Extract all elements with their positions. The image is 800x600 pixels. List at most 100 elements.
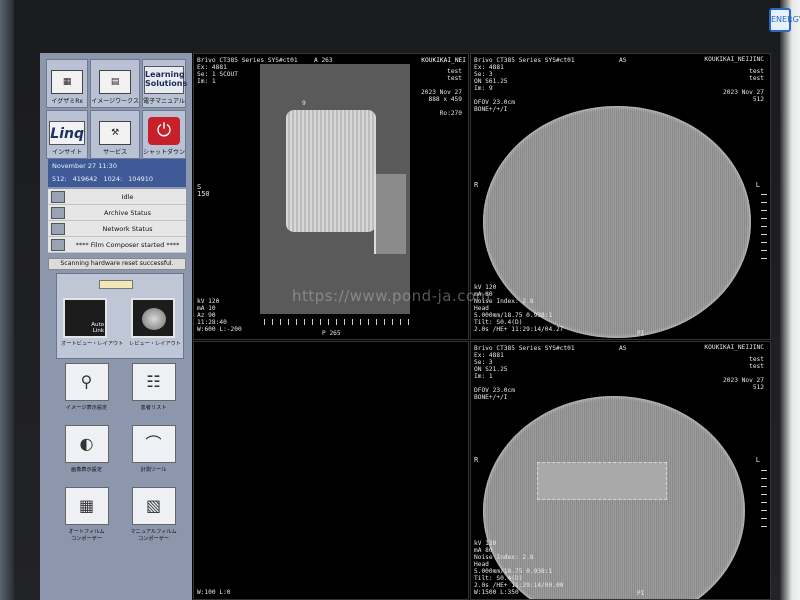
- shutdown-button[interactable]: ⏻ シャットダウン: [141, 110, 186, 159]
- axial-bottom-left-marker: R: [474, 456, 479, 464]
- axial-top-info-left: Brivo CT385 Series SYS#ct01 Ex: 4881 Se:…: [474, 57, 575, 113]
- network-icon: [51, 222, 65, 235]
- status-archive[interactable]: Archive Status: [48, 205, 186, 221]
- image-settings-button[interactable]: ⚲ イメージ表示設定: [56, 363, 117, 417]
- display-settings-icon: ◐: [64, 425, 109, 463]
- axial-top-orientation: AS: [619, 57, 627, 64]
- background-wall-left: [0, 0, 14, 600]
- manualfilm-icon: ▧: [131, 487, 176, 525]
- manualfilm-label: マニュアルフィルム コンポーザー: [130, 529, 177, 542]
- auto-view-layout-label: オートビュー・レイアウト: [61, 341, 124, 347]
- axial-top-viewport[interactable]: Brivo CT385 Series SYS#ct01 Ex: 4881 Se:…: [470, 53, 771, 340]
- review-thumb-image: [142, 308, 166, 330]
- axial-bottom-info-left: Brivo CT385 Series SYS#ct01 Ex: 4881 Se:…: [474, 345, 575, 401]
- scout-orientation-bottom: P 265: [322, 330, 341, 337]
- exam-rx-button[interactable]: ▦ イグザミRx: [46, 59, 89, 108]
- empty-viewport[interactable]: W:100 L:0: [193, 341, 469, 600]
- auto-view-layout-icon: Auto Link: [63, 298, 107, 338]
- axial-bottom-institution: KOUKIKAI_NEIJINC: [704, 344, 764, 351]
- axial-bottom-orientation: AS: [619, 345, 627, 352]
- service-label: サービス: [103, 149, 128, 156]
- power-icon: ⏻: [147, 117, 180, 145]
- measure-label: 計測ツール: [140, 467, 167, 473]
- axial-top-info-right: test test 2023 Nov 27 512: [723, 68, 764, 103]
- measure-tool-button[interactable]: ⌒ 計測ツール: [123, 425, 184, 479]
- status-network-text: Network Status: [102, 224, 153, 233]
- display-settings-button[interactable]: ◐ 画像表示設定: [56, 425, 117, 479]
- archive-icon: [51, 206, 65, 219]
- status-film-text: **** Film Composer started ****: [75, 240, 180, 249]
- axial-top-ruler: [761, 194, 767, 264]
- linq-button[interactable]: Linq インサイト: [46, 110, 89, 159]
- wrench-icon: ⚒: [99, 121, 132, 145]
- axial-bottom-info-right: test test 2023 Nov 27 512: [723, 356, 764, 391]
- phantom-image: [286, 110, 376, 232]
- display-settings-label: 画像表示設定: [70, 467, 103, 473]
- measure-icon: ⌒: [131, 425, 176, 463]
- phantom-insert: [537, 462, 667, 500]
- scout-orientation-top: A 263: [314, 57, 333, 64]
- axial-bottom-viewport[interactable]: Brivo CT385 Series SYS#ct01 Ex: 4881 Se:…: [470, 341, 771, 600]
- holder-image: [374, 174, 406, 254]
- left-control-panel: ▦ イグザミRx ▤ イメージワークス Learning Solutions 電…: [40, 53, 192, 600]
- imageworks-label: イメージワークス: [91, 98, 139, 105]
- autofilm-label: オートフィルム コンポーザー: [68, 529, 105, 542]
- layout-selector: Auto Link オートビュー・レイアウト レビュー・レイアウト: [56, 273, 184, 359]
- learning-solutions-button[interactable]: Learning Solutions 電子マニュアル: [141, 59, 187, 108]
- status-archive-text: Archive Status: [103, 208, 152, 217]
- scout-marker: 9: [302, 100, 306, 107]
- image-settings-icon: ⚲: [64, 363, 109, 401]
- watermark: https://www.pond-ja.com: [292, 287, 491, 305]
- service-button[interactable]: ⚒ サービス: [90, 110, 140, 159]
- review-layout-label: レビュー・レイアウト: [129, 341, 181, 347]
- axial-top-orientation-bottom: PI: [637, 330, 645, 337]
- imageworks-icon: ▤: [99, 70, 132, 94]
- axial-bottom-ruler: [761, 470, 767, 530]
- film-icon: [51, 238, 65, 251]
- axial-bottom-info-bottom: kV 120 mA 80 Noise Index: 2.8 Head 5.000…: [474, 540, 564, 596]
- background-wall-right: [780, 0, 800, 600]
- auto-link-badge: Auto Link: [91, 322, 104, 334]
- disk-1024-label: 1024:: [103, 175, 123, 183]
- status-network[interactable]: Network Status: [48, 221, 186, 237]
- image-settings-label: イメージ表示設定: [65, 405, 108, 411]
- empty-viewport-window-level: W:100 L:0: [197, 589, 231, 596]
- layout-tab-handle[interactable]: [99, 280, 133, 289]
- imageworks-button[interactable]: ▤ イメージワークス: [90, 59, 140, 108]
- manual-label: 電子マニュアル: [143, 98, 185, 105]
- tool-grid: ⚲ イメージ表示設定 ☷ 患者リスト ◐ 画像表示設定 ⌒ 計測ツール ▦ オー…: [56, 363, 184, 542]
- application-launcher: ▦ イグザミRx ▤ イメージワークス Learning Solutions 電…: [46, 59, 187, 159]
- autofilm-icon: ▦: [64, 487, 109, 525]
- system-message: Scanning hardware reset successful.: [48, 258, 186, 270]
- axial-top-institution: KOUKIKAI_NEIJINC: [704, 56, 764, 63]
- system-icon: [51, 190, 65, 203]
- scout-ruler: [264, 319, 414, 325]
- scout-info-top-right: test test 2023 Nov 27 888 x 459 Ro:270: [421, 68, 462, 117]
- axial-top-right-marker: L: [755, 181, 760, 189]
- disk-1024-value: 104910: [128, 175, 153, 183]
- disk-512-label: 512:: [52, 175, 67, 183]
- patient-list-label: 患者リスト: [140, 405, 167, 411]
- axial-bottom-right-marker: L: [755, 456, 760, 464]
- exam-rx-label: イグザミRx: [51, 98, 83, 105]
- status-film[interactable]: **** Film Composer started ****: [48, 237, 186, 253]
- manual-film-button[interactable]: ▧ マニュアルフィルム コンポーザー: [123, 487, 184, 542]
- scout-info-bottom-left: kV 120 mA 10 Az 90 11:28:40 W:600 L:-200: [197, 298, 242, 333]
- exam-icon: ▦: [51, 70, 84, 94]
- auto-film-button[interactable]: ▦ オートフィルム コンポーザー: [56, 487, 117, 542]
- axial-bottom-orientation-bottom: PI: [637, 590, 645, 597]
- linq-icon: Linq: [49, 121, 86, 145]
- scout-left-marker: S 150: [197, 183, 210, 198]
- scout-info-top-left: Brivo CT385 Series SYS#ct01 Ex: 4881 Se:…: [197, 57, 298, 85]
- energy-star-logo: ENERGY: [769, 8, 800, 32]
- shutdown-label: シャットダウン: [142, 149, 185, 156]
- review-layout-button[interactable]: レビュー・レイアウト: [129, 298, 181, 350]
- status-list: Idle Archive Status Network Status **** …: [48, 189, 186, 253]
- patient-list-button[interactable]: ☷ 患者リスト: [123, 363, 184, 417]
- ct-console-screen: ▦ イグザミRx ▤ イメージワークス Learning Solutions 電…: [40, 53, 771, 600]
- insight-label: インサイト: [52, 149, 83, 156]
- auto-view-layout-button[interactable]: Auto Link オートビュー・レイアウト: [61, 298, 124, 350]
- scout-institution: KOUKIKAI_NEI: [421, 57, 466, 64]
- status-idle[interactable]: Idle: [48, 189, 186, 205]
- manual-icon: Learning Solutions: [143, 66, 187, 94]
